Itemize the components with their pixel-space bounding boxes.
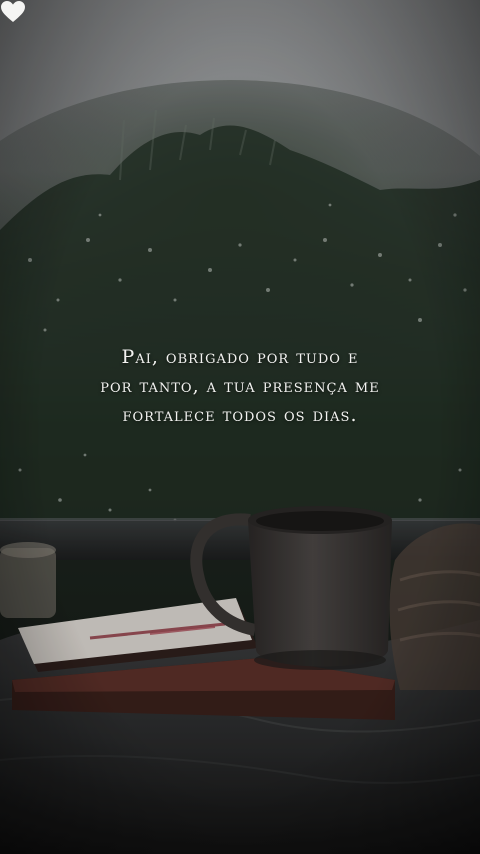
photo-scene: Pai, obrigado por tudo e por tanto, a tu… xyxy=(0,0,480,854)
quote-line: fortalece todos os dias. xyxy=(122,404,358,426)
heart-icon xyxy=(1,1,25,22)
quote-line: por tanto, a tua presença me xyxy=(100,375,380,397)
quote-line: Pai, obrigado por tudo e xyxy=(121,346,359,368)
quote-text: Pai, obrigado por tudo e por tanto, a tu… xyxy=(0,343,480,430)
